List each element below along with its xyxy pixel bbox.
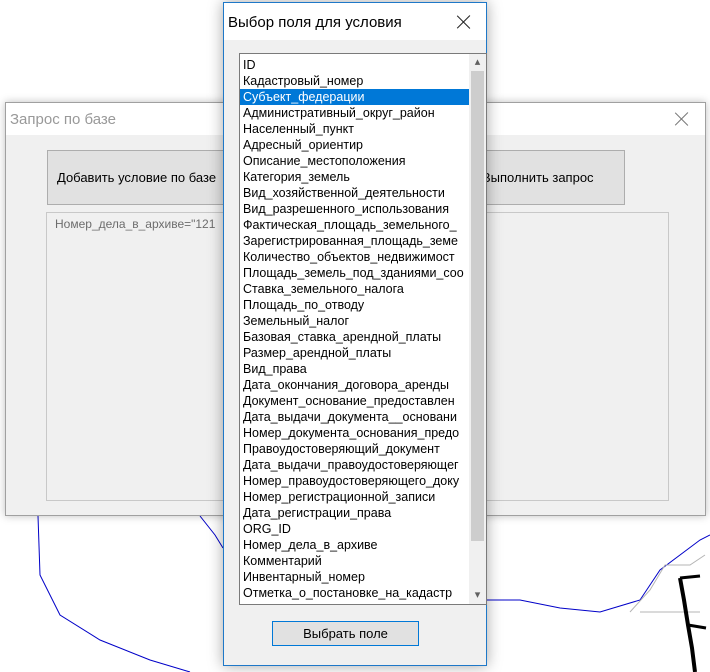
- list-item[interactable]: Фактическая_площадь_земельного_: [240, 217, 472, 233]
- list-item[interactable]: Документ_основание_предоставлен: [240, 393, 472, 409]
- list-item[interactable]: Дата_окончания_договора_аренды: [240, 377, 472, 393]
- list-item[interactable]: Количество_объектов_недвижимост: [240, 249, 472, 265]
- list-item[interactable]: ORG_ID: [240, 521, 472, 537]
- list-item[interactable]: Вид_хозяйственной_деятельности: [240, 185, 472, 201]
- list-item[interactable]: Номер_регистрационной_записи: [240, 489, 472, 505]
- query-dialog-title: Запрос по базе: [10, 111, 116, 128]
- map-region-border: [679, 574, 701, 580]
- list-item[interactable]: Зарегистрированная_площадь_земе: [240, 233, 472, 249]
- list-scrollbar[interactable]: ▴ ▾: [469, 54, 486, 604]
- select-field-button[interactable]: Выбрать поле: [272, 621, 419, 646]
- close-icon[interactable]: [455, 13, 473, 31]
- list-item[interactable]: Категория_земель: [240, 169, 472, 185]
- list-item[interactable]: Ставка_земельного_налога: [240, 281, 472, 297]
- list-item[interactable]: Адресный_ориентир: [240, 137, 472, 153]
- list-item[interactable]: Номер_документа_основания_предо: [240, 425, 472, 441]
- list-item[interactable]: Базовая_ставка_арендной_платы: [240, 329, 472, 345]
- map-boundary-line: [487, 534, 710, 613]
- list-item[interactable]: Вид_права: [240, 361, 472, 377]
- map-region-border: [687, 623, 707, 630]
- list-item[interactable]: Дата_выдачи_правоудостоверяющег: [240, 457, 472, 473]
- map-boundary-line: [199, 515, 224, 549]
- list-item[interactable]: Отметка_о_постановке_на_кадастр: [240, 585, 472, 601]
- map-boundary-line: [37, 515, 191, 672]
- list-item[interactable]: Кадастровый_номер: [240, 73, 472, 89]
- scrollbar-thumb[interactable]: [471, 71, 484, 541]
- list-item[interactable]: ID: [240, 57, 472, 73]
- close-icon[interactable]: [673, 110, 691, 128]
- field-dialog-title: Выбор поля для условия: [228, 14, 402, 31]
- list-item[interactable]: Населенный_пункт: [240, 121, 472, 137]
- scroll-down-icon[interactable]: ▾: [469, 587, 486, 604]
- list-item[interactable]: Дата_выдачи_документа__основани: [240, 409, 472, 425]
- map-boundary-line: [629, 554, 706, 613]
- list-item[interactable]: Комментарий: [240, 553, 472, 569]
- field-dialog-titlebar[interactable]: Выбор поля для условия: [224, 3, 486, 40]
- list-item[interactable]: Субъект_федерации: [240, 89, 472, 105]
- list-item[interactable]: Площадь_земель_под_зданиями_соо: [240, 265, 472, 281]
- fields-listbox[interactable]: ID Кадастровый_номер Субъект_федерации Адми…: [239, 53, 487, 605]
- scroll-up-icon[interactable]: ▴: [469, 54, 486, 71]
- list-item[interactable]: Земельный_налог: [240, 313, 472, 329]
- list-item[interactable]: Номер_правоудостоверяющего_доку: [240, 473, 472, 489]
- add-condition-button[interactable]: Добавить условие по базе: [47, 150, 242, 205]
- list-item[interactable]: Размер_арендной_платы: [240, 345, 472, 361]
- list-item[interactable]: Инвентарный_номер: [240, 569, 472, 585]
- fields-list-items: ID Кадастровый_номер Субъект_федерации Адми…: [240, 57, 472, 601]
- list-item[interactable]: Описание_местоположения: [240, 153, 472, 169]
- field-select-dialog: Выбор поля для условия ID Кадастровый_ном…: [223, 2, 487, 666]
- list-item[interactable]: Номер_дела_в_архиве: [240, 537, 472, 553]
- list-item[interactable]: Дата_регистрации_права: [240, 505, 472, 521]
- list-item[interactable]: Правоудостоверяющий_документ: [240, 441, 472, 457]
- list-item[interactable]: Площадь_по_отводу: [240, 297, 472, 313]
- list-item[interactable]: Вид_разрешенного_использования: [240, 201, 472, 217]
- list-item[interactable]: Административный_округ_район: [240, 105, 472, 121]
